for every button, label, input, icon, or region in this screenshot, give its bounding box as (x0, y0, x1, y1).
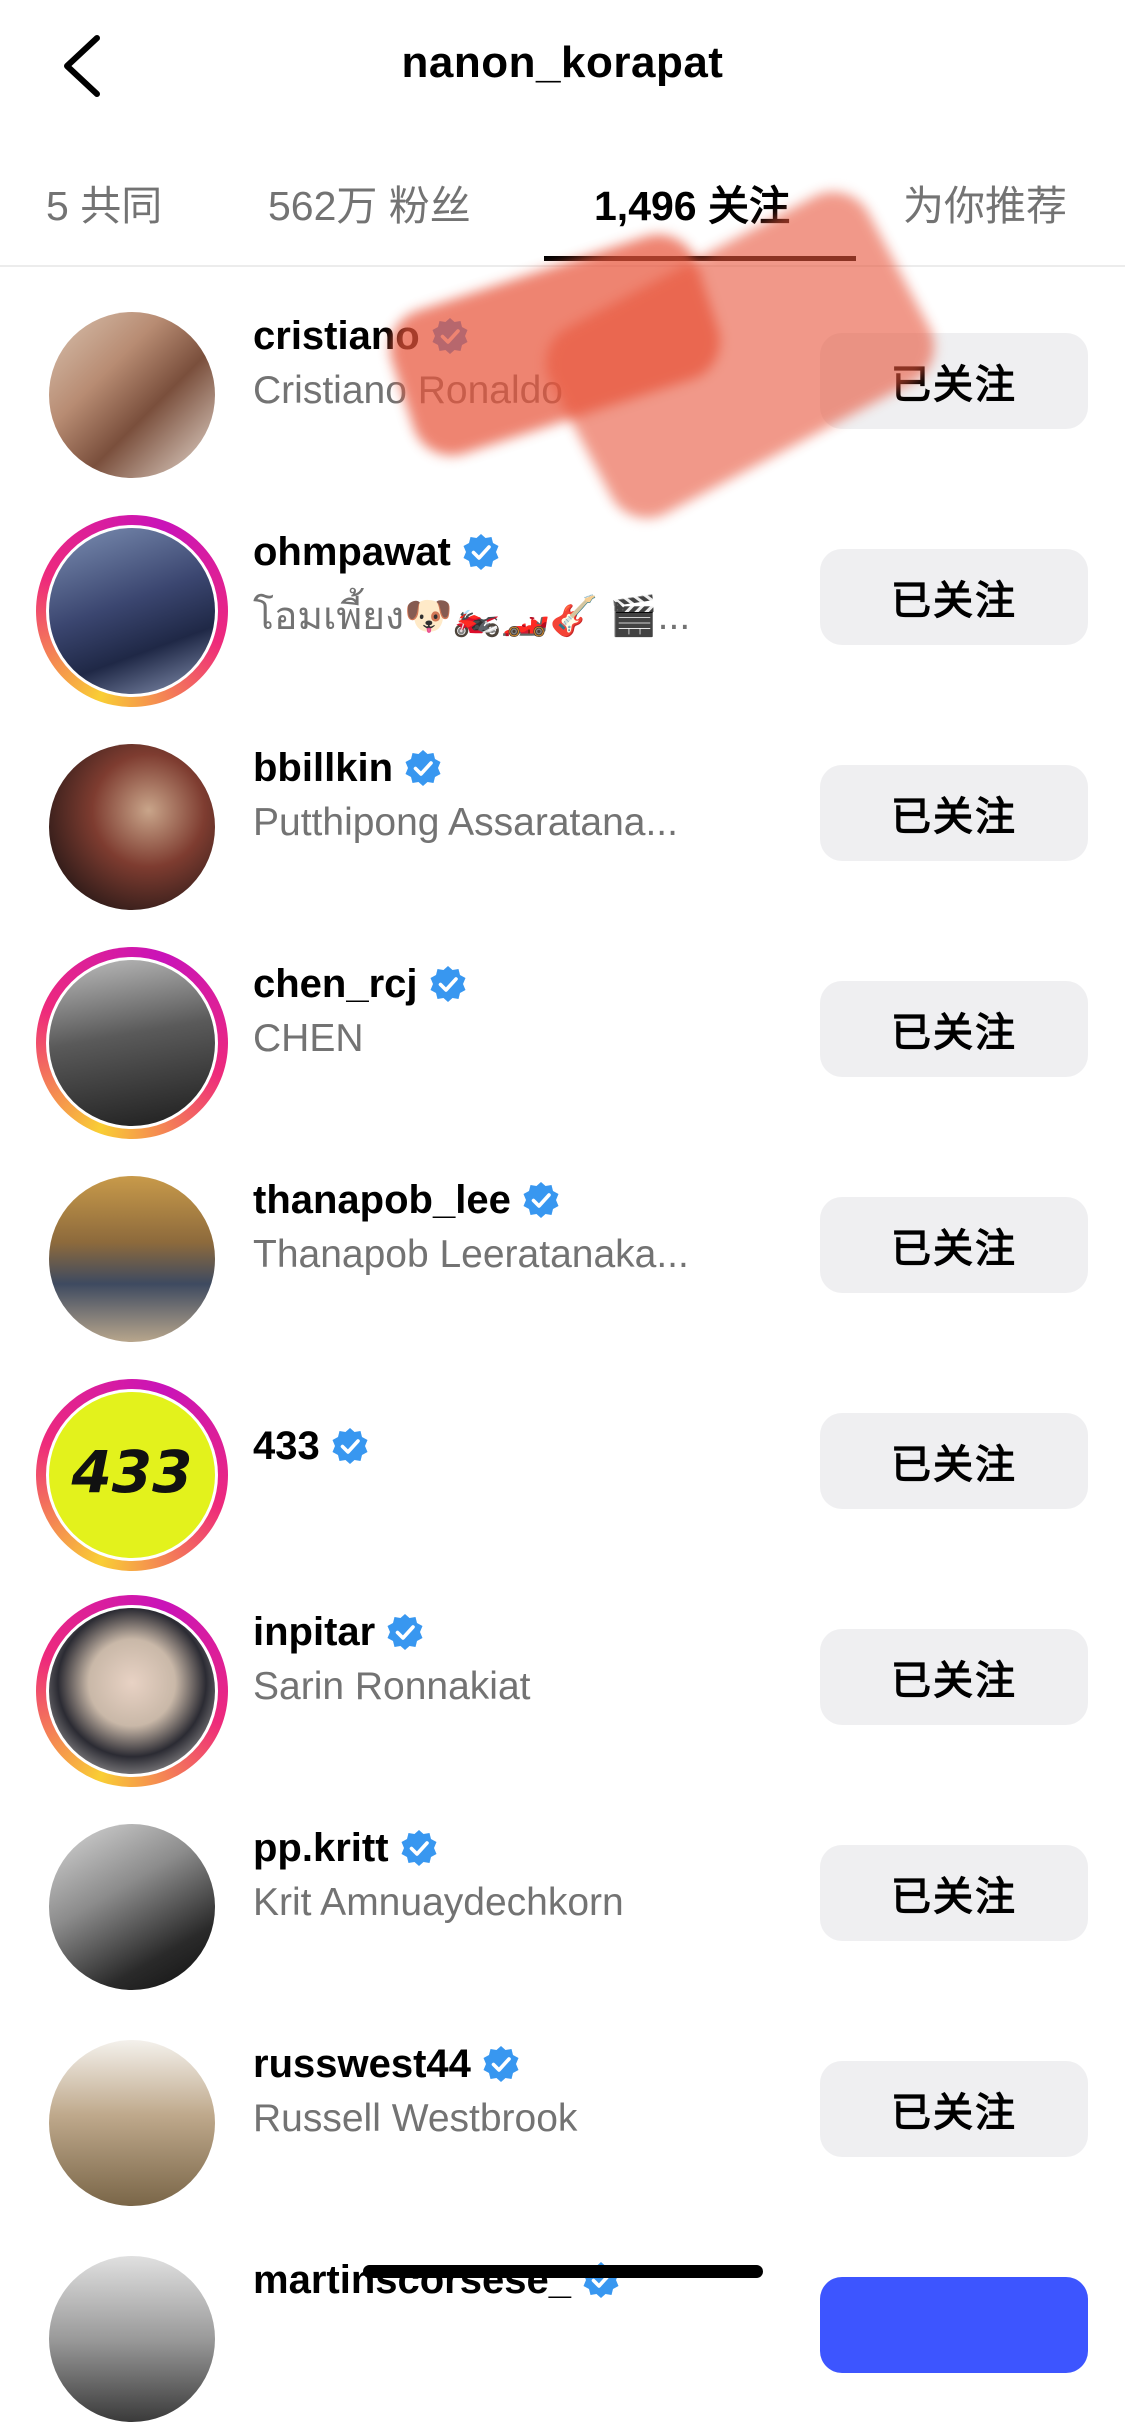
verified-badge-icon (405, 750, 441, 786)
avatar-image (49, 1176, 215, 1342)
list-item[interactable]: 433 433 已关注 (0, 1345, 1125, 1571)
avatar-image (49, 2256, 215, 2422)
list-item[interactable]: chen_rcj CHEN 已关注 (0, 913, 1125, 1139)
verified-badge-icon (387, 1614, 423, 1650)
full-name: Thanapob Leeratanaka... (253, 1233, 689, 1276)
username[interactable]: 433 (253, 1424, 320, 1469)
full-name: Sarin Ronnakiat (253, 1665, 531, 1708)
full-name: CHEN (253, 1017, 364, 1060)
following-list: cristiano Cristiano Ronaldo 已关注 ohmpawat (0, 265, 1125, 2425)
full-name: โอมเพี้ยง🐶🏍️🏎️🎸 🎬... (253, 595, 691, 638)
tab-following[interactable]: 1,496 关注 (594, 172, 790, 232)
433-logo-icon: 433 (70, 1438, 192, 1506)
following-button[interactable]: 已关注 (820, 1413, 1088, 1509)
avatar[interactable] (36, 1163, 228, 1355)
home-indicator (363, 2265, 763, 2278)
avatar[interactable] (36, 299, 228, 491)
following-button[interactable]: 已关注 (820, 765, 1088, 861)
list-item[interactable]: pp.kritt Krit Amnuaydechkorn 已关注 (0, 1777, 1125, 1993)
list-item[interactable]: thanapob_lee Thanapob Leeratanaka... 已关注 (0, 1129, 1125, 1345)
tab-bar: 5 共同 562万 粉丝 1,496 关注 为你推荐 (0, 150, 1125, 267)
list-item[interactable]: bbillkin Putthipong Assaratana... 已关注 (0, 697, 1125, 913)
username[interactable]: pp.kritt (253, 1826, 389, 1871)
verified-badge-icon (332, 1428, 368, 1464)
verified-badge-icon (430, 966, 466, 1002)
username[interactable]: thanapob_lee (253, 1178, 511, 1223)
avatar-image (49, 1824, 215, 1990)
list-item[interactable]: martinscorsese_ (0, 2209, 1125, 2425)
avatar-image (49, 2040, 215, 2206)
tab-mutual[interactable]: 5 共同 (46, 172, 162, 232)
avatar-image (49, 312, 215, 478)
follow-button[interactable] (820, 2277, 1088, 2373)
list-item[interactable]: ohmpawat โอมเพี้ยง🐶🏍️🏎️🎸 🎬... 已关注 (0, 481, 1125, 707)
full-name: Krit Amnuaydechkorn (253, 1881, 624, 1924)
following-button[interactable]: 已关注 (820, 549, 1088, 645)
list-item[interactable]: inpitar Sarin Ronnakiat 已关注 (0, 1561, 1125, 1787)
svg-text:433: 433 (70, 1438, 192, 1506)
avatar-image: 433 (49, 1392, 215, 1558)
verified-badge-icon (523, 1182, 559, 1218)
avatar[interactable] (36, 1595, 228, 1787)
page-title: nanon_korapat (401, 38, 724, 87)
avatar[interactable] (36, 731, 228, 923)
username[interactable]: ohmpawat (253, 530, 451, 575)
avatar[interactable] (36, 1811, 228, 2003)
avatar[interactable]: 433 (36, 1379, 228, 1571)
username[interactable]: chen_rcj (253, 962, 418, 1007)
tab-suggested[interactable]: 为你推荐 (903, 172, 1067, 232)
list-item[interactable]: russwest44 Russell Westbrook 已关注 (0, 1993, 1125, 2209)
following-button[interactable]: 已关注 (820, 981, 1088, 1077)
following-button[interactable]: 已关注 (820, 1197, 1088, 1293)
avatar[interactable] (36, 947, 228, 1139)
full-name: Putthipong Assaratana... (253, 801, 678, 844)
avatar-image (49, 960, 215, 1126)
verified-badge-icon (401, 1830, 437, 1866)
following-button[interactable]: 已关注 (820, 1845, 1088, 1941)
avatar-image (49, 1608, 215, 1774)
avatar[interactable] (36, 515, 228, 707)
avatar[interactable] (36, 2027, 228, 2219)
avatar-image (49, 528, 215, 694)
following-button[interactable]: 已关注 (820, 2061, 1088, 2157)
header: nanon_korapat (0, 0, 1125, 135)
avatar-image (49, 744, 215, 910)
username[interactable]: inpitar (253, 1610, 375, 1655)
verified-badge-icon (463, 534, 499, 570)
following-button[interactable]: 已关注 (820, 1629, 1088, 1725)
tab-followers[interactable]: 562万 粉丝 (268, 172, 471, 232)
username[interactable]: russwest44 (253, 2042, 471, 2087)
verified-badge-icon (483, 2046, 519, 2082)
full-name: Russell Westbrook (253, 2097, 578, 2140)
username[interactable]: bbillkin (253, 746, 393, 791)
avatar[interactable] (36, 2243, 228, 2435)
